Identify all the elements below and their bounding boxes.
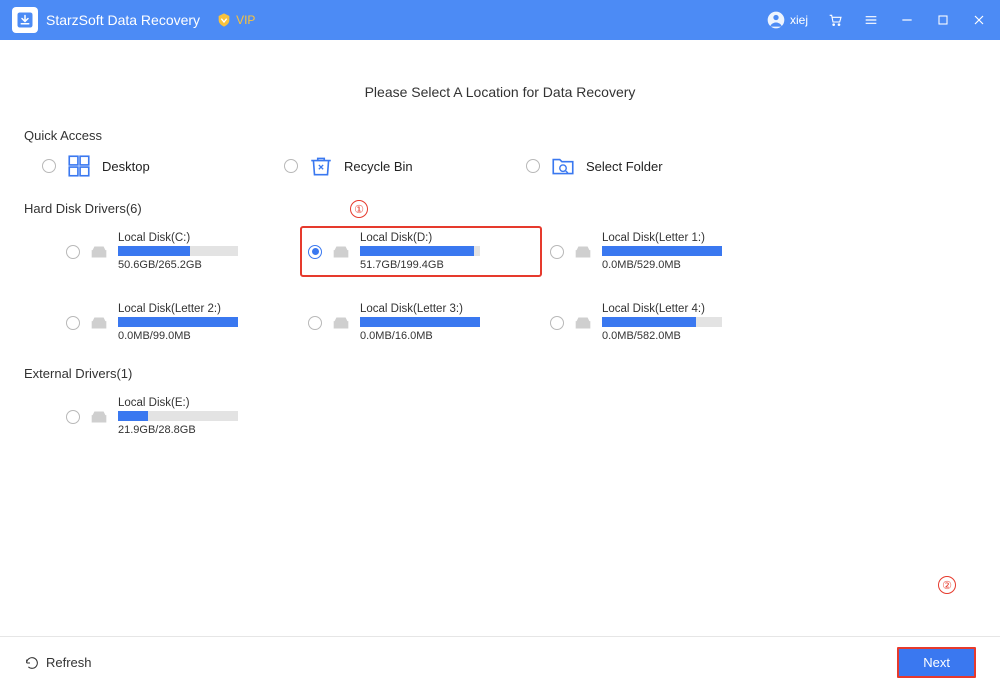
usage-bar bbox=[360, 246, 480, 256]
vip-text: VIP bbox=[236, 13, 255, 27]
vip-badge: VIP bbox=[216, 12, 255, 28]
disk-size: 0.0MB/582.0MB bbox=[602, 330, 776, 342]
disk-name: Local Disk(C:) bbox=[118, 232, 292, 244]
disk-item-letter4[interactable]: Local Disk(Letter 4:) 0.0MB/582.0MB bbox=[542, 297, 784, 348]
disk-size: 0.0MB/16.0MB bbox=[360, 330, 534, 342]
refresh-button[interactable]: Refresh bbox=[24, 655, 92, 671]
section-external: External Drivers(1) bbox=[24, 366, 976, 381]
disk-name: Local Disk(Letter 1:) bbox=[602, 232, 776, 244]
ssd-icon bbox=[572, 241, 594, 263]
cart-button[interactable] bbox=[826, 11, 844, 29]
vip-shield-icon bbox=[216, 12, 232, 28]
app-logo-icon bbox=[12, 7, 38, 33]
external-grid: Local Disk(E:) 21.9GB/28.8GB bbox=[24, 391, 976, 442]
titlebar-left: StarzSoft Data Recovery VIP bbox=[12, 7, 255, 33]
user-button[interactable]: xiej bbox=[766, 10, 808, 30]
usage-bar bbox=[118, 317, 238, 327]
radio-desktop[interactable] bbox=[42, 159, 56, 173]
usage-bar bbox=[602, 317, 722, 327]
next-label: Next bbox=[923, 655, 950, 670]
disk-name: Local Disk(D:) bbox=[360, 232, 534, 244]
disk-name: Local Disk(Letter 4:) bbox=[602, 303, 776, 315]
radio-disk-l3[interactable] bbox=[308, 316, 322, 330]
hdd-icon bbox=[88, 406, 110, 428]
quick-item-recycle[interactable]: Recycle Bin bbox=[284, 153, 526, 179]
disk-name: Local Disk(Letter 2:) bbox=[118, 303, 292, 315]
titlebar: StarzSoft Data Recovery VIP xiej bbox=[0, 0, 1000, 40]
ssd-icon bbox=[330, 241, 352, 263]
quick-access-row: Desktop Recycle Bin Select Folder bbox=[24, 153, 976, 179]
titlebar-right: xiej bbox=[766, 10, 988, 30]
page-title: Please Select A Location for Data Recove… bbox=[24, 84, 976, 100]
disk-item-letter3[interactable]: Local Disk(Letter 3:) 0.0MB/16.0MB bbox=[300, 297, 542, 348]
minimize-icon bbox=[899, 12, 915, 28]
disk-name: Local Disk(E:) bbox=[118, 397, 292, 409]
section-quick-access: Quick Access bbox=[24, 128, 976, 143]
disk-item-d[interactable]: Local Disk(D:) 51.7GB/199.4GB bbox=[300, 226, 542, 277]
section-hard-disk: Hard Disk Drivers(6) bbox=[24, 201, 976, 216]
quick-item-folder[interactable]: Select Folder bbox=[526, 153, 768, 179]
quick-item-desktop[interactable]: Desktop bbox=[42, 153, 284, 179]
ssd-icon bbox=[572, 312, 594, 334]
select-folder-icon bbox=[550, 153, 576, 179]
disk-item-e[interactable]: Local Disk(E:) 21.9GB/28.8GB bbox=[58, 391, 300, 442]
quick-label-folder: Select Folder bbox=[586, 159, 663, 174]
next-button[interactable]: Next bbox=[897, 647, 976, 678]
maximize-button[interactable] bbox=[934, 11, 952, 29]
radio-disk-l2[interactable] bbox=[66, 316, 80, 330]
usage-bar bbox=[360, 317, 480, 327]
disk-size: 0.0MB/529.0MB bbox=[602, 259, 776, 271]
minimize-button[interactable] bbox=[898, 11, 916, 29]
disk-item-letter2[interactable]: Local Disk(Letter 2:) 0.0MB/99.0MB bbox=[58, 297, 300, 348]
ssd-icon bbox=[88, 312, 110, 334]
maximize-icon bbox=[935, 12, 951, 28]
radio-folder[interactable] bbox=[526, 159, 540, 173]
disk-item-c[interactable]: Local Disk(C:) 50.6GB/265.2GB bbox=[58, 226, 300, 277]
quick-label-recycle: Recycle Bin bbox=[344, 159, 413, 174]
quick-label-desktop: Desktop bbox=[102, 159, 150, 174]
disk-size: 21.9GB/28.8GB bbox=[118, 424, 292, 436]
user-name: xiej bbox=[790, 13, 808, 27]
disk-size: 51.7GB/199.4GB bbox=[360, 259, 534, 271]
hard-disk-grid: Local Disk(C:) 50.6GB/265.2GB Local Disk… bbox=[24, 226, 976, 348]
radio-recycle[interactable] bbox=[284, 159, 298, 173]
content-area: Please Select A Location for Data Recove… bbox=[0, 40, 1000, 636]
disk-size: 0.0MB/99.0MB bbox=[118, 330, 292, 342]
app-window: StarzSoft Data Recovery VIP xiej bbox=[0, 0, 1000, 688]
usage-fill bbox=[118, 246, 190, 256]
usage-bar bbox=[602, 246, 722, 256]
annotation-1: ① bbox=[350, 200, 368, 218]
menu-button[interactable] bbox=[862, 11, 880, 29]
disk-item-letter1[interactable]: Local Disk(Letter 1:) 0.0MB/529.0MB bbox=[542, 226, 784, 277]
refresh-icon bbox=[24, 655, 40, 671]
user-icon bbox=[766, 10, 786, 30]
menu-icon bbox=[863, 12, 879, 28]
radio-disk-c[interactable] bbox=[66, 245, 80, 259]
footer: Refresh Next bbox=[0, 636, 1000, 688]
radio-disk-d[interactable] bbox=[308, 245, 322, 259]
cart-icon bbox=[827, 12, 843, 28]
ssd-icon bbox=[330, 312, 352, 334]
radio-disk-l4[interactable] bbox=[550, 316, 564, 330]
recycle-bin-icon bbox=[308, 153, 334, 179]
app-name: StarzSoft Data Recovery bbox=[46, 12, 200, 28]
ssd-icon bbox=[88, 241, 110, 263]
desktop-icon bbox=[66, 153, 92, 179]
disk-name: Local Disk(Letter 3:) bbox=[360, 303, 534, 315]
annotation-2: ② bbox=[938, 576, 956, 594]
close-icon bbox=[971, 12, 987, 28]
refresh-label: Refresh bbox=[46, 655, 92, 670]
radio-disk-l1[interactable] bbox=[550, 245, 564, 259]
close-button[interactable] bbox=[970, 11, 988, 29]
radio-disk-e[interactable] bbox=[66, 410, 80, 424]
disk-size: 50.6GB/265.2GB bbox=[118, 259, 292, 271]
usage-bar bbox=[118, 411, 238, 421]
usage-bar bbox=[118, 246, 238, 256]
